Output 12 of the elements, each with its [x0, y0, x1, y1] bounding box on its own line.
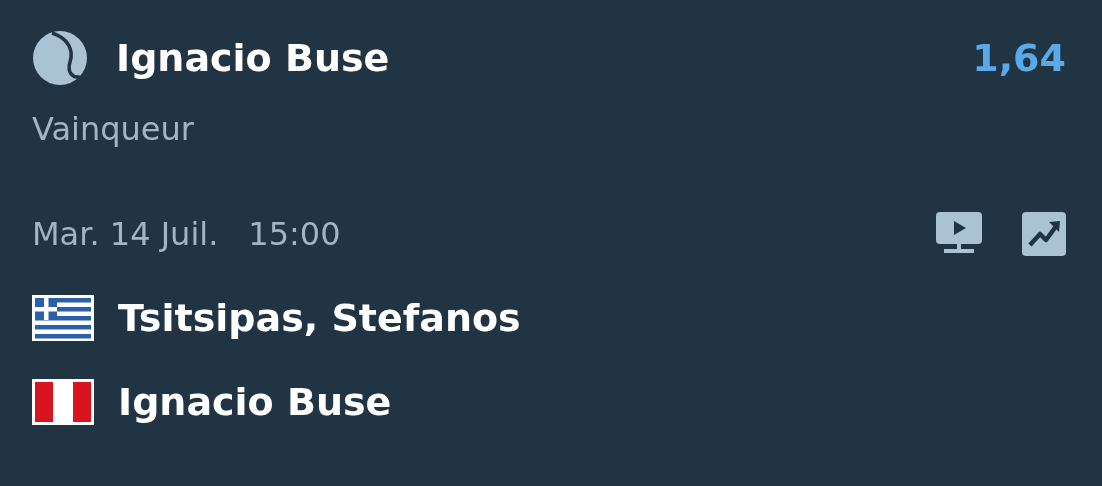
event-date: Mar. 14 Juil. — [32, 215, 219, 253]
odds[interactable]: 1,64 — [972, 36, 1066, 80]
selection-name: Ignacio Buse — [116, 36, 391, 80]
tennis-ball-icon — [32, 30, 88, 86]
event-time: 15:00 — [248, 215, 341, 253]
flag-icon — [32, 295, 94, 341]
player-name: Tsitsipas, Stefanos — [118, 296, 521, 340]
flag-icon — [32, 379, 94, 425]
trend-chart-icon[interactable] — [1022, 212, 1066, 256]
market-label: Vainqueur — [32, 110, 195, 150]
live-stream-icon[interactable] — [936, 212, 982, 256]
player-name: Ignacio Buse — [118, 380, 392, 424]
